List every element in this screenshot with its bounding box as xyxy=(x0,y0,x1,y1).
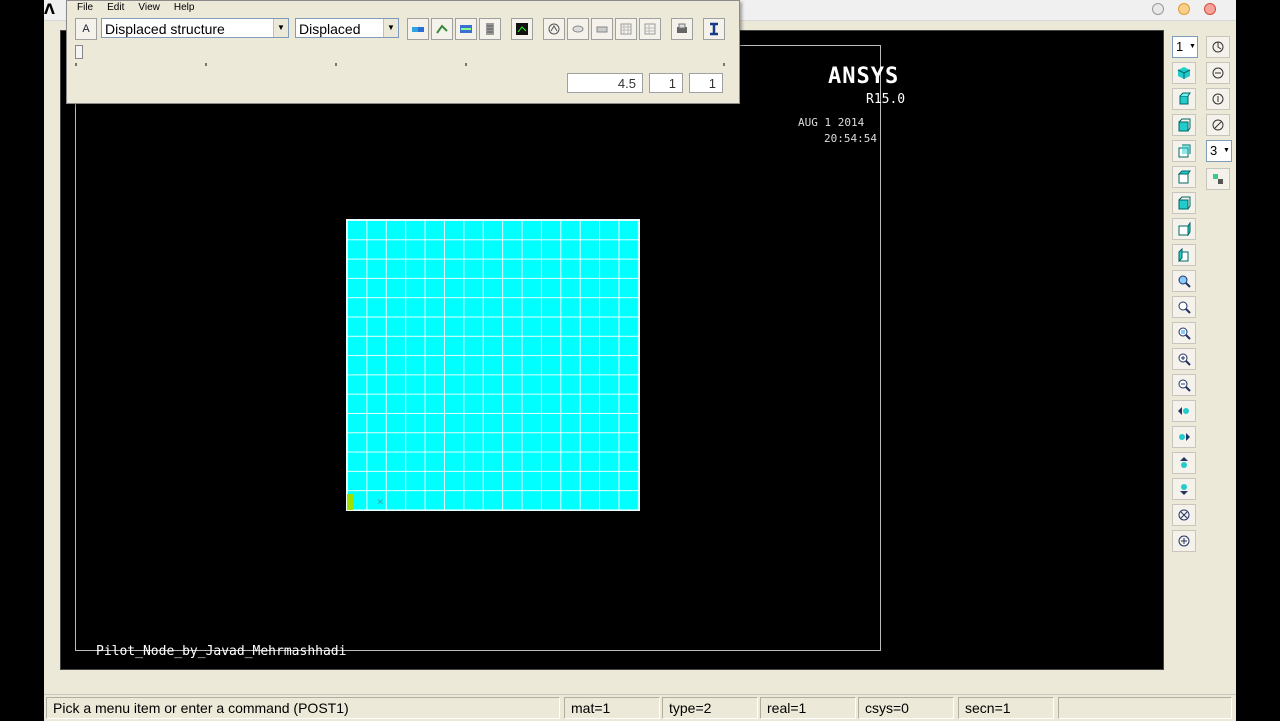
close-button[interactable] xyxy=(1204,3,1216,15)
status-mat: mat=1 xyxy=(564,697,660,719)
left-margin xyxy=(0,0,44,720)
plot-date: AUG 1 2014 xyxy=(798,116,865,129)
plot-caption: Pilot_Node_by_Javad_Mehrmashhadi xyxy=(96,644,347,659)
record-icon[interactable] xyxy=(591,18,613,40)
right-view-icon[interactable] xyxy=(1172,244,1196,266)
menu-edit[interactable]: Edit xyxy=(107,2,124,13)
view-toolbar: 1 ▼ 3 ▼ xyxy=(1168,36,1232,676)
chevron-down-icon: ▼ xyxy=(1189,43,1196,50)
plot-window-icon[interactable] xyxy=(511,18,533,40)
fit-view-icon[interactable] xyxy=(1172,270,1196,292)
rotate-cw-icon[interactable] xyxy=(1172,504,1196,526)
result-type-select[interactable]: Displaced structure ▼ xyxy=(101,18,289,38)
display-mode-value: Displaced xyxy=(299,21,361,37)
status-extra xyxy=(1058,697,1232,719)
ansys-logo-icon: Λ xyxy=(44,2,55,18)
minimize-button[interactable] xyxy=(1152,3,1164,15)
slider-ticks xyxy=(75,63,725,69)
status-bar: Pick a menu item or enter a command (POS… xyxy=(44,694,1236,721)
slider-thumb[interactable] xyxy=(75,45,83,59)
back-view-icon[interactable] xyxy=(1172,140,1196,162)
pilot-node-marker xyxy=(347,494,353,510)
box-zoom-icon[interactable] xyxy=(1172,322,1196,344)
bottom-view-icon[interactable] xyxy=(1172,192,1196,214)
table-icon[interactable] xyxy=(615,18,637,40)
maximize-button[interactable] xyxy=(1178,3,1190,15)
animation-slider[interactable] xyxy=(75,45,725,59)
window-number-value: 1 xyxy=(1176,39,1184,54)
camera-icon[interactable] xyxy=(567,18,589,40)
pan-down-icon[interactable] xyxy=(1172,478,1196,500)
chevron-down-icon: ▼ xyxy=(273,19,288,37)
chevron-down-icon: ▼ xyxy=(383,19,398,37)
beam-icon[interactable] xyxy=(703,18,725,40)
menu-help[interactable]: Help xyxy=(174,2,195,13)
step-field[interactable]: 1 xyxy=(689,73,723,93)
oblique-view-icon[interactable] xyxy=(1172,88,1196,110)
result-type-value: Displaced structure xyxy=(105,21,225,37)
vector-plot-icon[interactable] xyxy=(431,18,453,40)
plot-time: 20:54:54 xyxy=(824,132,877,145)
menu-view[interactable]: View xyxy=(138,2,160,13)
rotate-z-icon[interactable] xyxy=(1206,114,1230,136)
coordinate-triad-icon: × xyxy=(377,495,384,508)
contour-icon[interactable] xyxy=(407,18,429,40)
dynamic-mode-icon[interactable] xyxy=(1206,168,1230,190)
animation-toolbar-window: File Edit View Help A Displaced structur… xyxy=(66,0,740,104)
pan-right-icon[interactable] xyxy=(1172,426,1196,448)
iso-view-icon[interactable] xyxy=(1172,62,1196,84)
menu-file[interactable]: File xyxy=(77,2,93,13)
top-view-icon[interactable] xyxy=(1172,166,1196,188)
grid-icon[interactable] xyxy=(639,18,661,40)
view-number-select[interactable]: 3 ▼ xyxy=(1206,140,1232,162)
frame-field[interactable]: 1 xyxy=(649,73,683,93)
print-icon[interactable] xyxy=(671,18,693,40)
display-mode-select[interactable]: Displaced ▼ xyxy=(295,18,399,38)
toolbar-menubar: File Edit View Help xyxy=(77,2,194,13)
pan-up-icon[interactable] xyxy=(1172,452,1196,474)
graphics-window[interactable]: ANSYS R15.0 AUG 1 2014 20:54:54 × Pilot_… xyxy=(60,30,1164,670)
window-number-select[interactable]: 1 ▼ xyxy=(1172,36,1198,58)
rotate-ccw-icon[interactable] xyxy=(1172,530,1196,552)
toolbar-row: A Displaced structure ▼ Displaced ▼ xyxy=(73,17,733,41)
rotate-icon[interactable] xyxy=(1206,36,1230,58)
legend-icon[interactable] xyxy=(479,18,501,40)
ansys-release: R15.0 xyxy=(866,92,906,107)
status-secn: secn=1 xyxy=(958,697,1054,719)
zoom-in-icon[interactable] xyxy=(1172,348,1196,370)
status-real: real=1 xyxy=(760,697,856,719)
left-view-icon[interactable] xyxy=(1172,218,1196,240)
mesh-plot: × xyxy=(346,219,640,511)
rotate-x-icon[interactable] xyxy=(1206,62,1230,84)
plot-area: ANSYS R15.0 AUG 1 2014 20:54:54 × Pilot_… xyxy=(75,45,905,659)
status-csys: csys=0 xyxy=(858,697,954,719)
status-type: type=2 xyxy=(662,697,758,719)
window-controls xyxy=(1152,3,1216,15)
deformed-shape-icon[interactable] xyxy=(455,18,477,40)
scale-value-field[interactable]: 4.5 xyxy=(567,73,643,93)
status-prompt: Pick a menu item or enter a command (POS… xyxy=(46,697,560,719)
chevron-down-icon: ▼ xyxy=(1223,147,1230,154)
ansys-title: ANSYS xyxy=(828,64,900,89)
pan-left-icon[interactable] xyxy=(1172,400,1196,422)
pan-icon[interactable] xyxy=(543,18,565,40)
right-margin xyxy=(1236,0,1280,720)
ansys-main-window: Λ ANSYS R15.0 AUG 1 2014 20:54:54 × Pilo… xyxy=(44,0,1236,721)
view-number-value: 3 xyxy=(1210,143,1218,158)
zoom-out-icon[interactable] xyxy=(1172,374,1196,396)
font-icon[interactable]: A xyxy=(75,18,97,40)
zoom-icon[interactable] xyxy=(1172,296,1196,318)
front-view-icon[interactable] xyxy=(1172,114,1196,136)
rotate-y-icon[interactable] xyxy=(1206,88,1230,110)
